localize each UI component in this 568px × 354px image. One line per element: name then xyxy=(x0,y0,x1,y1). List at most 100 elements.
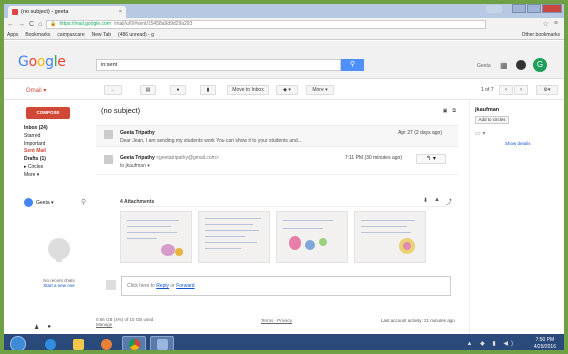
apps-grid-icon[interactable]: ▦ xyxy=(500,61,508,70)
url-input[interactable]: 🔒 https://mail.google.com/mail/u/0/#sent… xyxy=(46,19,487,29)
forward-link[interactable]: Forward xyxy=(176,283,194,289)
taskbar-app[interactable] xyxy=(150,336,174,350)
taskbar-clock[interactable]: 7:50 PM 4/29/2016 xyxy=(533,337,556,350)
attachment-thumbnail[interactable] xyxy=(198,211,270,263)
google-logo[interactable]: Google xyxy=(18,54,66,70)
window-controls xyxy=(512,4,562,13)
location-icon[interactable]: ● xyxy=(47,324,51,331)
clock-date: 4/29/2016 xyxy=(533,344,556,350)
other-bookmarks[interactable]: Other bookmarks xyxy=(522,32,560,38)
terms-link[interactable]: Terms - Privacy xyxy=(261,318,292,323)
contact-card-icon[interactable]: ▭ ▾ xyxy=(475,130,485,137)
logo-letter: g xyxy=(45,54,54,70)
maximize-button[interactable] xyxy=(527,4,541,13)
older-button[interactable]: › xyxy=(514,85,528,95)
hangouts-user[interactable]: Geeta ▾ xyxy=(24,198,54,207)
bookmark-campuscare[interactable]: campuscare xyxy=(57,32,84,38)
drive-icon[interactable]: ▲ xyxy=(434,197,440,206)
compose-button[interactable]: COMPOSE xyxy=(26,107,70,119)
star-icon[interactable]: ☆ xyxy=(543,20,549,28)
search-people-icon[interactable]: ⚲ xyxy=(81,198,86,206)
more-button[interactable]: More ▾ xyxy=(306,85,334,95)
back-icon[interactable]: ← xyxy=(7,21,14,28)
quick-reply: Click here to Reply or Forward xyxy=(106,276,451,296)
share-icon[interactable]: ⤴ xyxy=(446,197,452,206)
mail-search-input[interactable]: in:sent xyxy=(96,59,341,71)
sidebar-item-important[interactable]: Important xyxy=(24,141,48,149)
sidebar-item-sent[interactable]: Sent Mail xyxy=(24,148,48,156)
reply-button[interactable]: ↰ ▾ xyxy=(416,154,446,164)
storage-info: 0.66 GB (4%) of 15 GB used Manage xyxy=(96,317,153,327)
folder-list: Inbox (24) Starred Important Sent Mail D… xyxy=(24,125,48,180)
add-to-circles-button[interactable]: Add to circles xyxy=(475,116,509,124)
delete-button[interactable]: ▮ xyxy=(200,85,216,95)
report-spam-button[interactable]: ● xyxy=(170,85,186,95)
person-icon[interactable]: ♟ xyxy=(34,324,39,331)
sidebar-item-circles[interactable]: ▸ Circles xyxy=(24,164,48,172)
header-user-name[interactable]: Geeta xyxy=(477,63,491,69)
tab-title: (no subject) - geeta xyxy=(21,9,69,15)
system-tray[interactable]: ▲ ◆ ▮ ◀) xyxy=(467,340,516,347)
home-icon[interactable]: ⌂ xyxy=(38,21,42,28)
reply-prompt[interactable]: Click here to Reply or Forward xyxy=(121,276,451,296)
start-button[interactable] xyxy=(10,336,26,350)
profile-chip[interactable] xyxy=(486,5,502,13)
browser-tab[interactable]: (no subject) - geeta × xyxy=(8,6,126,18)
sidebar-item-starred[interactable]: Starred xyxy=(24,133,48,141)
back-to-list-button[interactable]: ← xyxy=(104,85,122,95)
bookmark-unread[interactable]: (486 unread) - g xyxy=(118,32,154,38)
reload-icon[interactable]: C xyxy=(29,21,34,28)
newer-button[interactable]: ‹ xyxy=(499,85,513,95)
close-tab-icon[interactable]: × xyxy=(119,9,122,15)
bookmark-bookmarks[interactable]: Bookmarks xyxy=(25,32,50,38)
windows-taskbar: ▲ ◆ ▮ ◀) 7:50 PM 4/29/2016 xyxy=(4,334,564,350)
screenshot-frame: (no subject) - geeta × ← → C ⌂ 🔒 https:/… xyxy=(0,0,568,354)
logo-letter: o xyxy=(28,54,38,70)
message-collapsed[interactable]: Geeta Tripathy Dear Jean, I am sending m… xyxy=(96,125,458,147)
attachment-thumbnail[interactable] xyxy=(276,211,348,263)
start-chat-link[interactable]: Start a new one xyxy=(34,283,84,288)
new-window-icon[interactable]: ⧉ xyxy=(452,108,456,114)
menu-icon[interactable]: ≡ xyxy=(554,20,558,28)
search-button[interactable]: ⚲ xyxy=(341,59,364,71)
taskbar-chrome[interactable] xyxy=(122,336,146,350)
url-host: https://mail.google.com xyxy=(59,21,111,27)
taskbar-ie[interactable] xyxy=(38,336,62,350)
labels-button[interactable]: ◆ ▾ xyxy=(276,85,298,95)
gmail-menu[interactable]: Gmail ▾ xyxy=(26,87,46,94)
attachments-count: 4 Attachments xyxy=(120,199,155,205)
avatar xyxy=(24,198,33,207)
app-icon xyxy=(156,338,168,350)
minimize-button[interactable] xyxy=(512,4,526,13)
logo-letter: G xyxy=(18,54,29,70)
bookmark-new-tab[interactable]: New Tab xyxy=(92,32,111,38)
subject-actions: ▣ ⧉ xyxy=(443,108,456,114)
reply-link[interactable]: Reply xyxy=(156,283,169,289)
clock-time: 7:50 PM xyxy=(535,337,555,343)
sidebar-item-drafts[interactable]: Drafts (1) xyxy=(24,156,48,164)
close-window-button[interactable] xyxy=(542,4,562,13)
manage-storage-link[interactable]: Manage xyxy=(96,322,153,327)
print-icon[interactable]: ▣ xyxy=(443,108,448,114)
notifications-icon[interactable] xyxy=(516,60,526,70)
taskbar-explorer[interactable] xyxy=(66,336,90,350)
settings-button[interactable]: ⚙▾ xyxy=(536,85,558,95)
message-sender: Geeta Tripathy <geetatripathy@gmail.com> xyxy=(120,155,219,161)
divider xyxy=(120,206,450,207)
download-icon[interactable]: ⬇ xyxy=(423,197,428,206)
gmail-header: Google in:sent ⚲ Geeta ▦ G xyxy=(4,41,564,79)
attachment-thumbnail[interactable] xyxy=(120,211,192,263)
message-recipient[interactable]: to jkaufman ▾ xyxy=(120,163,150,169)
attachment-thumbnail[interactable] xyxy=(354,211,426,263)
avatar xyxy=(104,130,113,139)
show-details-link[interactable]: Show details xyxy=(505,141,531,146)
sidebar-item-inbox[interactable]: Inbox (24) xyxy=(24,125,48,133)
forward-icon[interactable]: → xyxy=(18,21,25,28)
sender-name: Geeta Tripathy xyxy=(120,155,155,161)
taskbar-media[interactable] xyxy=(94,336,118,350)
archive-button[interactable]: ▤ xyxy=(140,85,156,95)
bookmark-apps[interactable]: Apps xyxy=(7,32,18,38)
sidebar-item-more[interactable]: More ▾ xyxy=(24,172,48,180)
account-avatar[interactable]: G xyxy=(533,58,547,72)
move-to-inbox-button[interactable]: Move to Inbox xyxy=(227,85,269,95)
